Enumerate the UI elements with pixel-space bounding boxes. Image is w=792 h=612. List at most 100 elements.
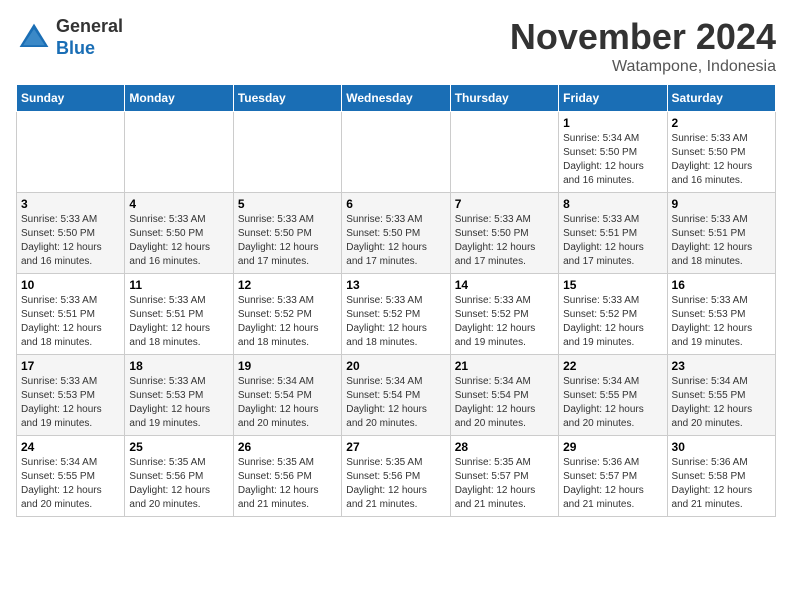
calendar-week-row: 3 Sunrise: 5:33 AM Sunset: 5:50 PM Daylig… xyxy=(17,193,776,274)
calendar-cell: 8 Sunrise: 5:33 AM Sunset: 5:51 PM Daylig… xyxy=(559,193,667,274)
calendar-cell: 12Sunrise: 5:33 AM Sunset: 5:52 PM Dayli… xyxy=(233,274,341,355)
calendar-week-row: 1Sunrise: 5:34 AM Sunset: 5:50 PM Daylig… xyxy=(17,112,776,193)
day-info: Sunrise: 5:33 AM Sunset: 5:50 PM Dayligh… xyxy=(21,213,120,269)
calendar-cell: 19Sunrise: 5:34 AM Sunset: 5:54 PM Dayli… xyxy=(233,355,341,436)
day-number: 29 xyxy=(563,440,662,454)
weekday-header: Thursday xyxy=(450,85,558,112)
calendar-cell: 15 Sunrise: 5:33 AM Sunset: 5:52 PM Dayli… xyxy=(559,274,667,355)
calendar-cell: 16Sunrise: 5:33 AM Sunset: 5:53 PM Dayli… xyxy=(667,274,775,355)
calendar-cell xyxy=(17,112,125,193)
weekday-header: Friday xyxy=(559,85,667,112)
calendar-cell: 10 Sunrise: 5:33 AM Sunset: 5:51 PM Dayli… xyxy=(17,274,125,355)
month-title: November 2024 xyxy=(510,16,776,58)
calendar-cell xyxy=(233,112,341,193)
location-subtitle: Watampone, Indonesia xyxy=(510,58,776,76)
day-info: Sunrise: 5:33 AM Sunset: 5:51 PM Dayligh… xyxy=(672,213,771,269)
day-number: 9 xyxy=(672,197,771,211)
day-number: 10 xyxy=(21,278,120,292)
day-info: Sunrise: 5:34 AM Sunset: 5:55 PM Dayligh… xyxy=(672,375,771,431)
calendar-cell: 5Sunrise: 5:33 AM Sunset: 5:50 PM Daylig… xyxy=(233,193,341,274)
day-number: 24 xyxy=(21,440,120,454)
day-number: 2 xyxy=(672,116,771,130)
day-info: Sunrise: 5:33 AM Sunset: 5:52 PM Dayligh… xyxy=(238,294,337,350)
weekday-header-row: SundayMondayTuesdayWednesdayThursdayFrid… xyxy=(17,85,776,112)
day-number: 5 xyxy=(238,197,337,211)
day-number: 13 xyxy=(346,278,445,292)
calendar-cell: 27Sunrise: 5:35 AM Sunset: 5:56 PM Dayli… xyxy=(342,436,450,517)
day-number: 26 xyxy=(238,440,337,454)
calendar-cell xyxy=(342,112,450,193)
day-number: 16 xyxy=(672,278,771,292)
weekday-header: Saturday xyxy=(667,85,775,112)
logo: General Blue xyxy=(16,16,123,59)
day-info: Sunrise: 5:33 AM Sunset: 5:50 PM Dayligh… xyxy=(346,213,445,269)
day-info: Sunrise: 5:35 AM Sunset: 5:56 PM Dayligh… xyxy=(346,456,445,512)
day-number: 3 xyxy=(21,197,120,211)
day-info: Sunrise: 5:33 AM Sunset: 5:50 PM Dayligh… xyxy=(455,213,554,269)
day-number: 11 xyxy=(129,278,228,292)
calendar-cell xyxy=(125,112,233,193)
day-number: 1 xyxy=(563,116,662,130)
weekday-header: Monday xyxy=(125,85,233,112)
day-info: Sunrise: 5:35 AM Sunset: 5:57 PM Dayligh… xyxy=(455,456,554,512)
day-info: Sunrise: 5:33 AM Sunset: 5:51 PM Dayligh… xyxy=(563,213,662,269)
day-number: 17 xyxy=(21,359,120,373)
weekday-header: Sunday xyxy=(17,85,125,112)
day-number: 7 xyxy=(455,197,554,211)
day-info: Sunrise: 5:33 AM Sunset: 5:53 PM Dayligh… xyxy=(21,375,120,431)
calendar-cell: 18Sunrise: 5:33 AM Sunset: 5:53 PM Dayli… xyxy=(125,355,233,436)
day-info: Sunrise: 5:33 AM Sunset: 5:52 PM Dayligh… xyxy=(455,294,554,350)
day-number: 30 xyxy=(672,440,771,454)
calendar-week-row: 24 Sunrise: 5:34 AM Sunset: 5:55 PM Dayli… xyxy=(17,436,776,517)
day-number: 28 xyxy=(455,440,554,454)
calendar-cell: 22 Sunrise: 5:34 AM Sunset: 5:55 PM Dayli… xyxy=(559,355,667,436)
day-info: Sunrise: 5:33 AM Sunset: 5:51 PM Dayligh… xyxy=(21,294,120,350)
day-info: Sunrise: 5:34 AM Sunset: 5:55 PM Dayligh… xyxy=(563,375,662,431)
calendar-cell: 9 Sunrise: 5:33 AM Sunset: 5:51 PM Daylig… xyxy=(667,193,775,274)
calendar-week-row: 17 Sunrise: 5:33 AM Sunset: 5:53 PM Dayli… xyxy=(17,355,776,436)
day-number: 6 xyxy=(346,197,445,211)
calendar-cell xyxy=(450,112,558,193)
calendar-cell: 25 Sunrise: 5:35 AM Sunset: 5:56 PM Dayli… xyxy=(125,436,233,517)
day-number: 20 xyxy=(346,359,445,373)
day-info: Sunrise: 5:34 AM Sunset: 5:55 PM Dayligh… xyxy=(21,456,120,512)
calendar-cell: 30 Sunrise: 5:36 AM Sunset: 5:58 PM Dayli… xyxy=(667,436,775,517)
calendar-cell: 17 Sunrise: 5:33 AM Sunset: 5:53 PM Dayli… xyxy=(17,355,125,436)
calendar-cell: 29 Sunrise: 5:36 AM Sunset: 5:57 PM Dayli… xyxy=(559,436,667,517)
day-number: 19 xyxy=(238,359,337,373)
day-info: Sunrise: 5:33 AM Sunset: 5:50 PM Dayligh… xyxy=(672,132,771,188)
calendar-cell: 1Sunrise: 5:34 AM Sunset: 5:50 PM Daylig… xyxy=(559,112,667,193)
day-number: 15 xyxy=(563,278,662,292)
day-number: 4 xyxy=(129,197,228,211)
calendar-cell: 20 Sunrise: 5:34 AM Sunset: 5:54 PM Dayli… xyxy=(342,355,450,436)
day-info: Sunrise: 5:33 AM Sunset: 5:52 PM Dayligh… xyxy=(346,294,445,350)
page-header: General Blue November 2024 Watampone, In… xyxy=(16,16,776,76)
day-info: Sunrise: 5:35 AM Sunset: 5:56 PM Dayligh… xyxy=(238,456,337,512)
calendar-cell: 26 Sunrise: 5:35 AM Sunset: 5:56 PM Dayli… xyxy=(233,436,341,517)
calendar-table: SundayMondayTuesdayWednesdayThursdayFrid… xyxy=(16,84,776,517)
day-number: 23 xyxy=(672,359,771,373)
day-info: Sunrise: 5:36 AM Sunset: 5:57 PM Dayligh… xyxy=(563,456,662,512)
calendar-cell: 6 Sunrise: 5:33 AM Sunset: 5:50 PM Daylig… xyxy=(342,193,450,274)
day-info: Sunrise: 5:36 AM Sunset: 5:58 PM Dayligh… xyxy=(672,456,771,512)
calendar-cell: 21Sunrise: 5:34 AM Sunset: 5:54 PM Dayli… xyxy=(450,355,558,436)
day-number: 8 xyxy=(563,197,662,211)
calendar-cell: 7 Sunrise: 5:33 AM Sunset: 5:50 PM Daylig… xyxy=(450,193,558,274)
day-number: 21 xyxy=(455,359,554,373)
calendar-cell: 2 Sunrise: 5:33 AM Sunset: 5:50 PM Daylig… xyxy=(667,112,775,193)
day-info: Sunrise: 5:33 AM Sunset: 5:53 PM Dayligh… xyxy=(129,375,228,431)
calendar-cell: 14 Sunrise: 5:33 AM Sunset: 5:52 PM Dayli… xyxy=(450,274,558,355)
calendar-cell: 23 Sunrise: 5:34 AM Sunset: 5:55 PM Dayli… xyxy=(667,355,775,436)
day-info: Sunrise: 5:34 AM Sunset: 5:54 PM Dayligh… xyxy=(346,375,445,431)
day-info: Sunrise: 5:33 AM Sunset: 5:51 PM Dayligh… xyxy=(129,294,228,350)
day-number: 25 xyxy=(129,440,228,454)
title-block: November 2024 Watampone, Indonesia xyxy=(510,16,776,76)
day-info: Sunrise: 5:35 AM Sunset: 5:56 PM Dayligh… xyxy=(129,456,228,512)
day-info: Sunrise: 5:33 AM Sunset: 5:52 PM Dayligh… xyxy=(563,294,662,350)
logo-text: General Blue xyxy=(56,16,123,59)
calendar-cell: 3 Sunrise: 5:33 AM Sunset: 5:50 PM Daylig… xyxy=(17,193,125,274)
day-number: 22 xyxy=(563,359,662,373)
calendar-cell: 13 Sunrise: 5:33 AM Sunset: 5:52 PM Dayli… xyxy=(342,274,450,355)
calendar-cell: 24 Sunrise: 5:34 AM Sunset: 5:55 PM Dayli… xyxy=(17,436,125,517)
day-number: 14 xyxy=(455,278,554,292)
